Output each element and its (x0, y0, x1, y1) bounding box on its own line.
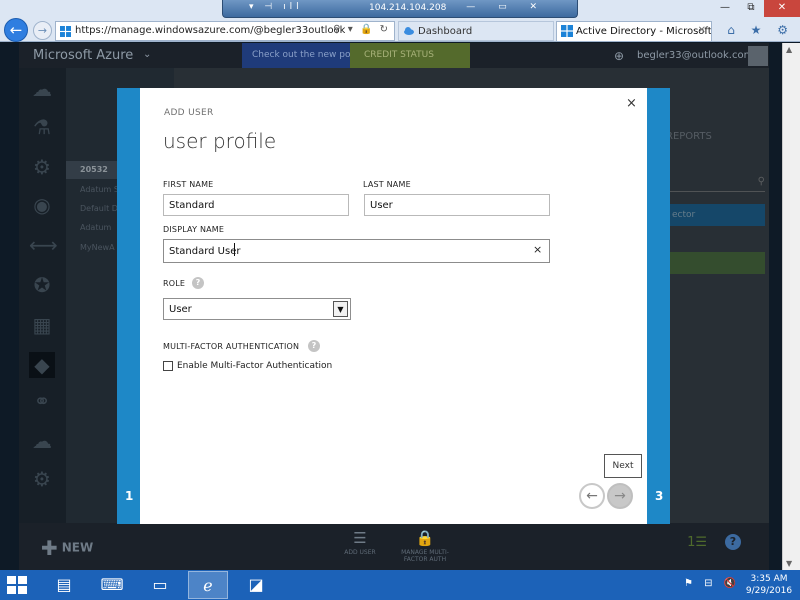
close-icon[interactable]: × (626, 96, 637, 111)
window-controls: — ⧉ ✕ (712, 0, 800, 17)
remote-app-icon[interactable]: ◪ (236, 571, 276, 599)
step-indicator-total: 3 (655, 489, 664, 503)
system-clock[interactable]: 3:35 AM 9/29/2016 (744, 573, 794, 597)
back-button[interactable]: ← (579, 483, 605, 509)
scroll-up-icon[interactable]: ▲ (786, 45, 792, 54)
close-window-button[interactable]: ✕ (764, 0, 800, 17)
rdp-ip-address: 104.214.104.208 (369, 3, 447, 13)
first-name-label: FIRST NAME (163, 180, 214, 189)
page-title: user profile (163, 129, 277, 153)
url-text[interactable]: https://manage.windowsazure.com/@begler3… (75, 25, 345, 36)
next-button[interactable]: → (607, 483, 633, 509)
windows-start-icon[interactable] (6, 575, 28, 595)
remote-desktop-bar: ▾ ⊣ ıll 104.214.104.208 — ▭ ✕ (222, 0, 578, 18)
display-name-field[interactable] (163, 239, 550, 263)
system-tray-icons[interactable]: ⚑ ⊟ 🔇 (684, 578, 740, 589)
add-user-label: ADD USER (344, 549, 376, 556)
list-icon[interactable]: 1☰ (687, 535, 707, 550)
new-button[interactable]: ✚ NEW (41, 536, 93, 560)
first-name-field[interactable] (163, 194, 349, 216)
cloud-icon (404, 27, 414, 35)
minimize-button[interactable]: — (712, 0, 738, 17)
enable-mfa-label[interactable]: Enable Multi-Factor Authentication (177, 361, 332, 371)
server-manager-icon[interactable]: ▤ (44, 571, 84, 599)
new-label: NEW (61, 540, 94, 555)
address-bar-icons[interactable]: ⚲ ▾ 🔒 ↻ (333, 24, 390, 35)
last-name-field[interactable] (364, 194, 550, 216)
add-user-button[interactable]: ☰ ADD USER (325, 529, 395, 556)
browser-forward-button[interactable]: → (33, 21, 52, 40)
last-name-label: LAST NAME (363, 180, 411, 189)
address-bar[interactable]: https://manage.windowsazure.com/@begler3… (55, 21, 395, 41)
rdp-window-controls[interactable]: — ▭ ✕ (466, 2, 547, 12)
tab-close-icon[interactable]: ✕ (698, 25, 706, 36)
clock-date: 9/29/2016 (745, 586, 793, 596)
rdp-pin-icons[interactable]: ▾ ⊣ ıll (249, 2, 303, 12)
manage-mfa-label: MANAGE MULTI-FACTOR AUTH (401, 549, 449, 563)
restore-button[interactable]: ⧉ (738, 0, 764, 17)
manage-mfa-button[interactable]: 🔒 MANAGE MULTI-FACTOR AUTH (390, 529, 460, 563)
azure-top-bar: Microsoft Azure ⌄ Check out the new port… (19, 43, 769, 68)
browser-toolbar-icons[interactable]: ⌂ ★ ⚙ (727, 23, 794, 37)
clock-time: 3:35 AM (750, 574, 788, 584)
role-select[interactable]: User ▼ (163, 298, 351, 320)
mfa-help-icon[interactable]: ? (308, 340, 320, 352)
lock-icon: 🔒 (415, 529, 435, 547)
chevron-down-icon[interactable]: ▼ (333, 301, 348, 317)
next-tooltip: Next (604, 454, 642, 478)
text-cursor (234, 243, 235, 256)
file-explorer-icon[interactable]: ▭ (140, 571, 180, 599)
news-banner[interactable]: Check out the new port (242, 43, 350, 68)
internet-explorer-icon[interactable]: ℯ (188, 571, 228, 599)
clear-input-icon[interactable]: × (533, 243, 542, 256)
help-icon[interactable]: ? (725, 534, 741, 550)
role-select-value: User (169, 304, 192, 315)
browser-back-button[interactable]: ← (4, 18, 28, 42)
tab-active-directory[interactable]: Active Directory - Microsoft... ✕ (556, 21, 712, 41)
powershell-icon[interactable]: ⌨ (92, 571, 132, 599)
page-scrollbar[interactable]: ▲ ▼ (782, 43, 800, 570)
account-email[interactable]: begler33@outlook.com (637, 50, 753, 61)
mfa-label: MULTI-FACTOR AUTHENTICATION (163, 342, 300, 351)
display-name-label: DISPLAY NAME (163, 225, 225, 234)
add-user-dialog: × ADD USER user profile FIRST NAME LAST … (140, 88, 647, 524)
azure-command-bar: ✚ NEW ☰ ADD USER 🔒 MANAGE MULTI-FACTOR AU… (19, 523, 769, 570)
credit-status[interactable]: CREDIT STATUS (350, 43, 470, 68)
azure-brand[interactable]: Microsoft Azure (33, 48, 133, 63)
role-help-icon[interactable]: ? (192, 277, 204, 289)
enable-mfa-checkbox[interactable] (163, 361, 173, 371)
step-indicator-current: 1 (125, 489, 134, 503)
tab-label: Active Directory - Microsoft... (576, 26, 712, 37)
tab-label: Dashboard (418, 26, 473, 37)
tab-dashboard[interactable]: Dashboard (398, 21, 554, 41)
windows-icon (60, 26, 71, 37)
role-label: ROLE (163, 279, 186, 288)
avatar[interactable] (748, 46, 768, 66)
chevron-down-icon[interactable]: ⌄ (143, 49, 151, 60)
add-user-icon: ☰ (353, 529, 367, 547)
globe-icon[interactable]: ⊕ (614, 49, 624, 63)
plus-icon: ✚ (41, 536, 58, 560)
windows-icon (561, 25, 573, 37)
dialog-subtitle: ADD USER (164, 108, 214, 118)
scroll-down-icon[interactable]: ▼ (786, 559, 792, 568)
taskbar: ▤ ⌨ ▭ ℯ ◪ ⚑ ⊟ 🔇 3:35 AM 9/29/2016 (0, 570, 800, 600)
